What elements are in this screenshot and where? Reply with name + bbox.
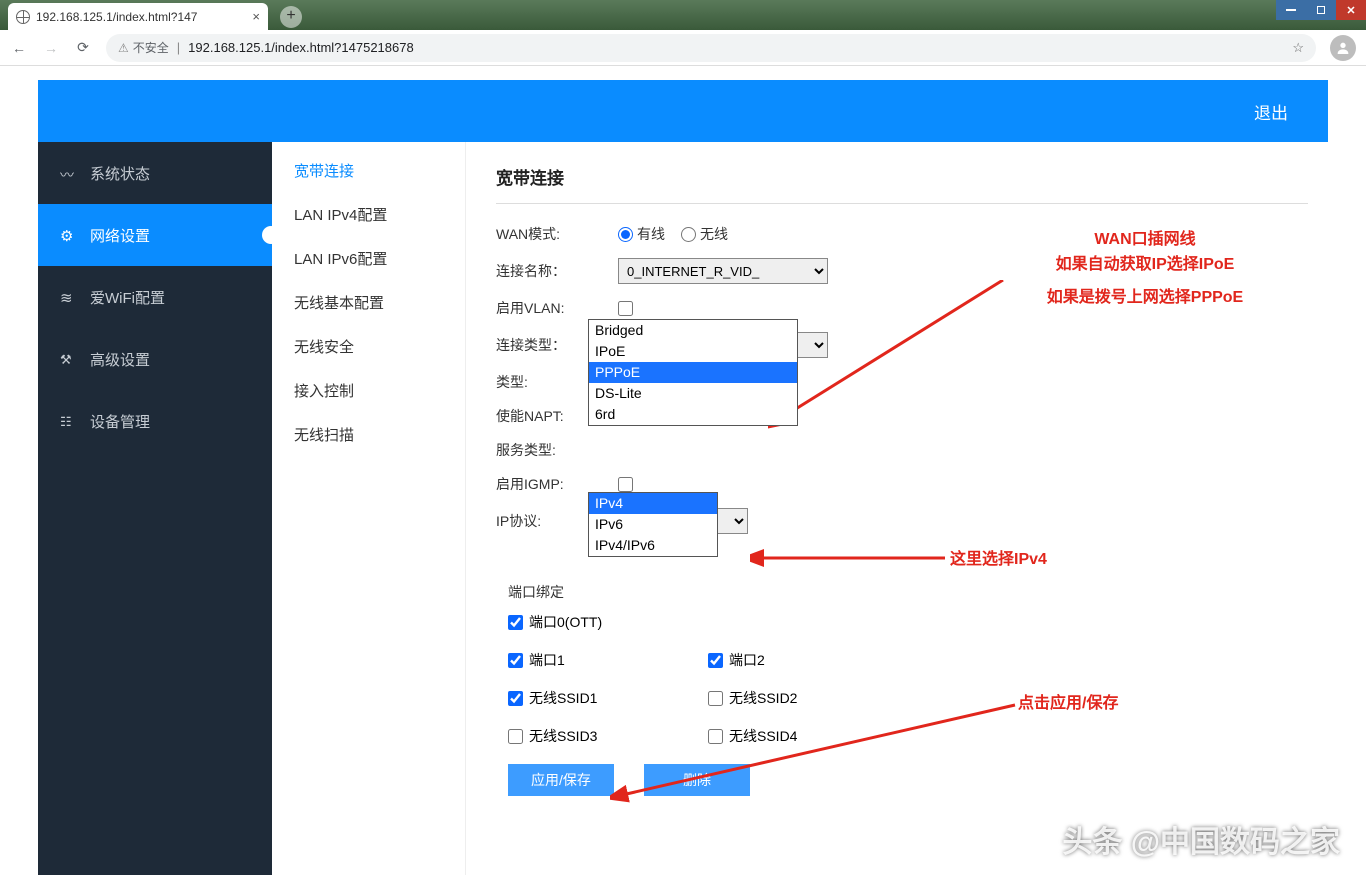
ssid1-checkbox[interactable] [508, 691, 523, 706]
sidebar-item-network[interactable]: 网络设置 [38, 204, 272, 266]
subnav-wireless-security[interactable]: 无线安全 [272, 324, 465, 368]
ssid4-checkbox[interactable] [708, 729, 723, 744]
close-tab-icon[interactable]: × [252, 9, 260, 24]
port0-checkbox[interactable] [508, 615, 523, 630]
conn-type-opt-ipoe[interactable]: IPoE [589, 341, 797, 362]
insecure-badge: 不安全 [118, 39, 169, 56]
conn-type-opt-pppoe[interactable]: PPPoE [589, 362, 797, 383]
watermark: 头条 @中国数码之家 [1062, 817, 1340, 861]
back-button[interactable]: ← [10, 40, 28, 56]
ip-proto-dropdown[interactable]: IPv4 IPv6 IPv4/IPv6 [588, 492, 718, 557]
ip-proto-opt-ipv4[interactable]: IPv4 [589, 493, 717, 514]
sidebar-item-wifi[interactable]: 爱WiFi配置 [38, 266, 272, 328]
address-bar[interactable]: 不安全 | 192.168.125.1/index.html?147521867… [106, 34, 1316, 62]
subnav-lan-ipv6[interactable]: LAN IPv6配置 [272, 236, 465, 280]
conn-type-opt-6rd[interactable]: 6rd [589, 404, 797, 425]
window-titlebar: 192.168.125.1/index.html?147 × + ✕ [0, 0, 1366, 30]
subnav-broadband[interactable]: 宽带连接 [272, 148, 465, 192]
igmp-checkbox[interactable] [618, 477, 633, 492]
apply-button[interactable]: 应用/保存 [508, 764, 614, 796]
url-text: 192.168.125.1/index.html?1475218678 [188, 40, 414, 55]
wan-wireless-radio[interactable] [681, 227, 696, 242]
wan-mode-label: WAN模式: [496, 224, 618, 244]
ip-proto-opt-ipv6[interactable]: IPv6 [589, 514, 717, 535]
gear-icon [60, 227, 76, 243]
divider [496, 203, 1308, 204]
conn-type-opt-bridged[interactable]: Bridged [589, 320, 797, 341]
window-close-button[interactable]: ✕ [1336, 0, 1366, 20]
bookmark-icon[interactable]: ☆ [1292, 40, 1304, 56]
tab-title: 192.168.125.1/index.html?147 [36, 10, 197, 24]
subnav-lan-ipv4[interactable]: LAN IPv4配置 [272, 192, 465, 236]
window-maximize-button[interactable] [1306, 0, 1336, 20]
browser-tab[interactable]: 192.168.125.1/index.html?147 × [8, 3, 268, 30]
conn-name-label: 连接名称： [496, 261, 618, 281]
header-bar: 退出 [38, 80, 1328, 142]
subnav-wireless-scan[interactable]: 无线扫描 [272, 412, 465, 456]
conn-type-opt-dslite[interactable]: DS-Lite [589, 383, 797, 404]
subnav: 宽带连接 LAN IPv4配置 LAN IPv6配置 无线基本配置 无线安全 接… [272, 142, 466, 875]
ip-proto-opt-ipv4ipv6[interactable]: IPv4/IPv6 [589, 535, 717, 556]
globe-icon [16, 10, 30, 24]
enable-vlan-label: 启用VLAN: [496, 298, 618, 318]
annotation-wan: WAN口插网线 如果自动获取IP选择IPoE 如果是拨号上网选择PPPoE [1005, 228, 1285, 310]
window-minimize-button[interactable] [1276, 0, 1306, 20]
igmp-label: 启用IGMP: [496, 474, 618, 494]
forward-button[interactable]: → [42, 40, 60, 56]
port2-checkbox[interactable] [708, 653, 723, 668]
conn-type-dropdown[interactable]: Bridged IPoE PPPoE DS-Lite 6rd [588, 319, 798, 426]
wan-wired-radio[interactable] [618, 227, 633, 242]
device-icon [60, 413, 76, 429]
new-tab-button[interactable]: + [280, 6, 302, 28]
enable-vlan-checkbox[interactable] [618, 301, 633, 316]
delete-button[interactable]: 删除 [644, 764, 750, 796]
annotation-save: 点击应用/保存 [1018, 692, 1118, 717]
conn-name-select[interactable]: 0_INTERNET_R_VID_ [618, 258, 828, 284]
port1-checkbox[interactable] [508, 653, 523, 668]
browser-toolbar: ← → ⟳ 不安全 | 192.168.125.1/index.html?147… [0, 30, 1366, 66]
ssid3-checkbox[interactable] [508, 729, 523, 744]
sidebar-item-device[interactable]: 设备管理 [38, 390, 272, 452]
service-label: 服务类型: [496, 440, 618, 460]
page-title: 宽带连接 [496, 164, 1308, 189]
annotation-ipv4: 这里选择IPv4 [950, 548, 1047, 573]
reload-button[interactable]: ⟳ [74, 39, 92, 56]
subnav-access-control[interactable]: 接入控制 [272, 368, 465, 412]
page-container: 退出 系统状态 网络设置 爱WiFi配置 高级设置 设备管理 宽带连接 LAN … [38, 80, 1328, 875]
ssid2-checkbox[interactable] [708, 691, 723, 706]
wifi-icon [60, 289, 76, 305]
port-bind-label: 端口绑定 [508, 582, 630, 602]
subnav-wireless-basic[interactable]: 无线基本配置 [272, 280, 465, 324]
logout-link[interactable]: 退出 [1254, 99, 1288, 124]
advanced-icon [60, 351, 76, 367]
sidebar-item-status[interactable]: 系统状态 [38, 142, 272, 204]
profile-avatar[interactable] [1330, 35, 1356, 61]
sidebar-item-advanced[interactable]: 高级设置 [38, 328, 272, 390]
pulse-icon [60, 165, 76, 181]
sidebar-nav: 系统状态 网络设置 爱WiFi配置 高级设置 设备管理 [38, 142, 272, 875]
